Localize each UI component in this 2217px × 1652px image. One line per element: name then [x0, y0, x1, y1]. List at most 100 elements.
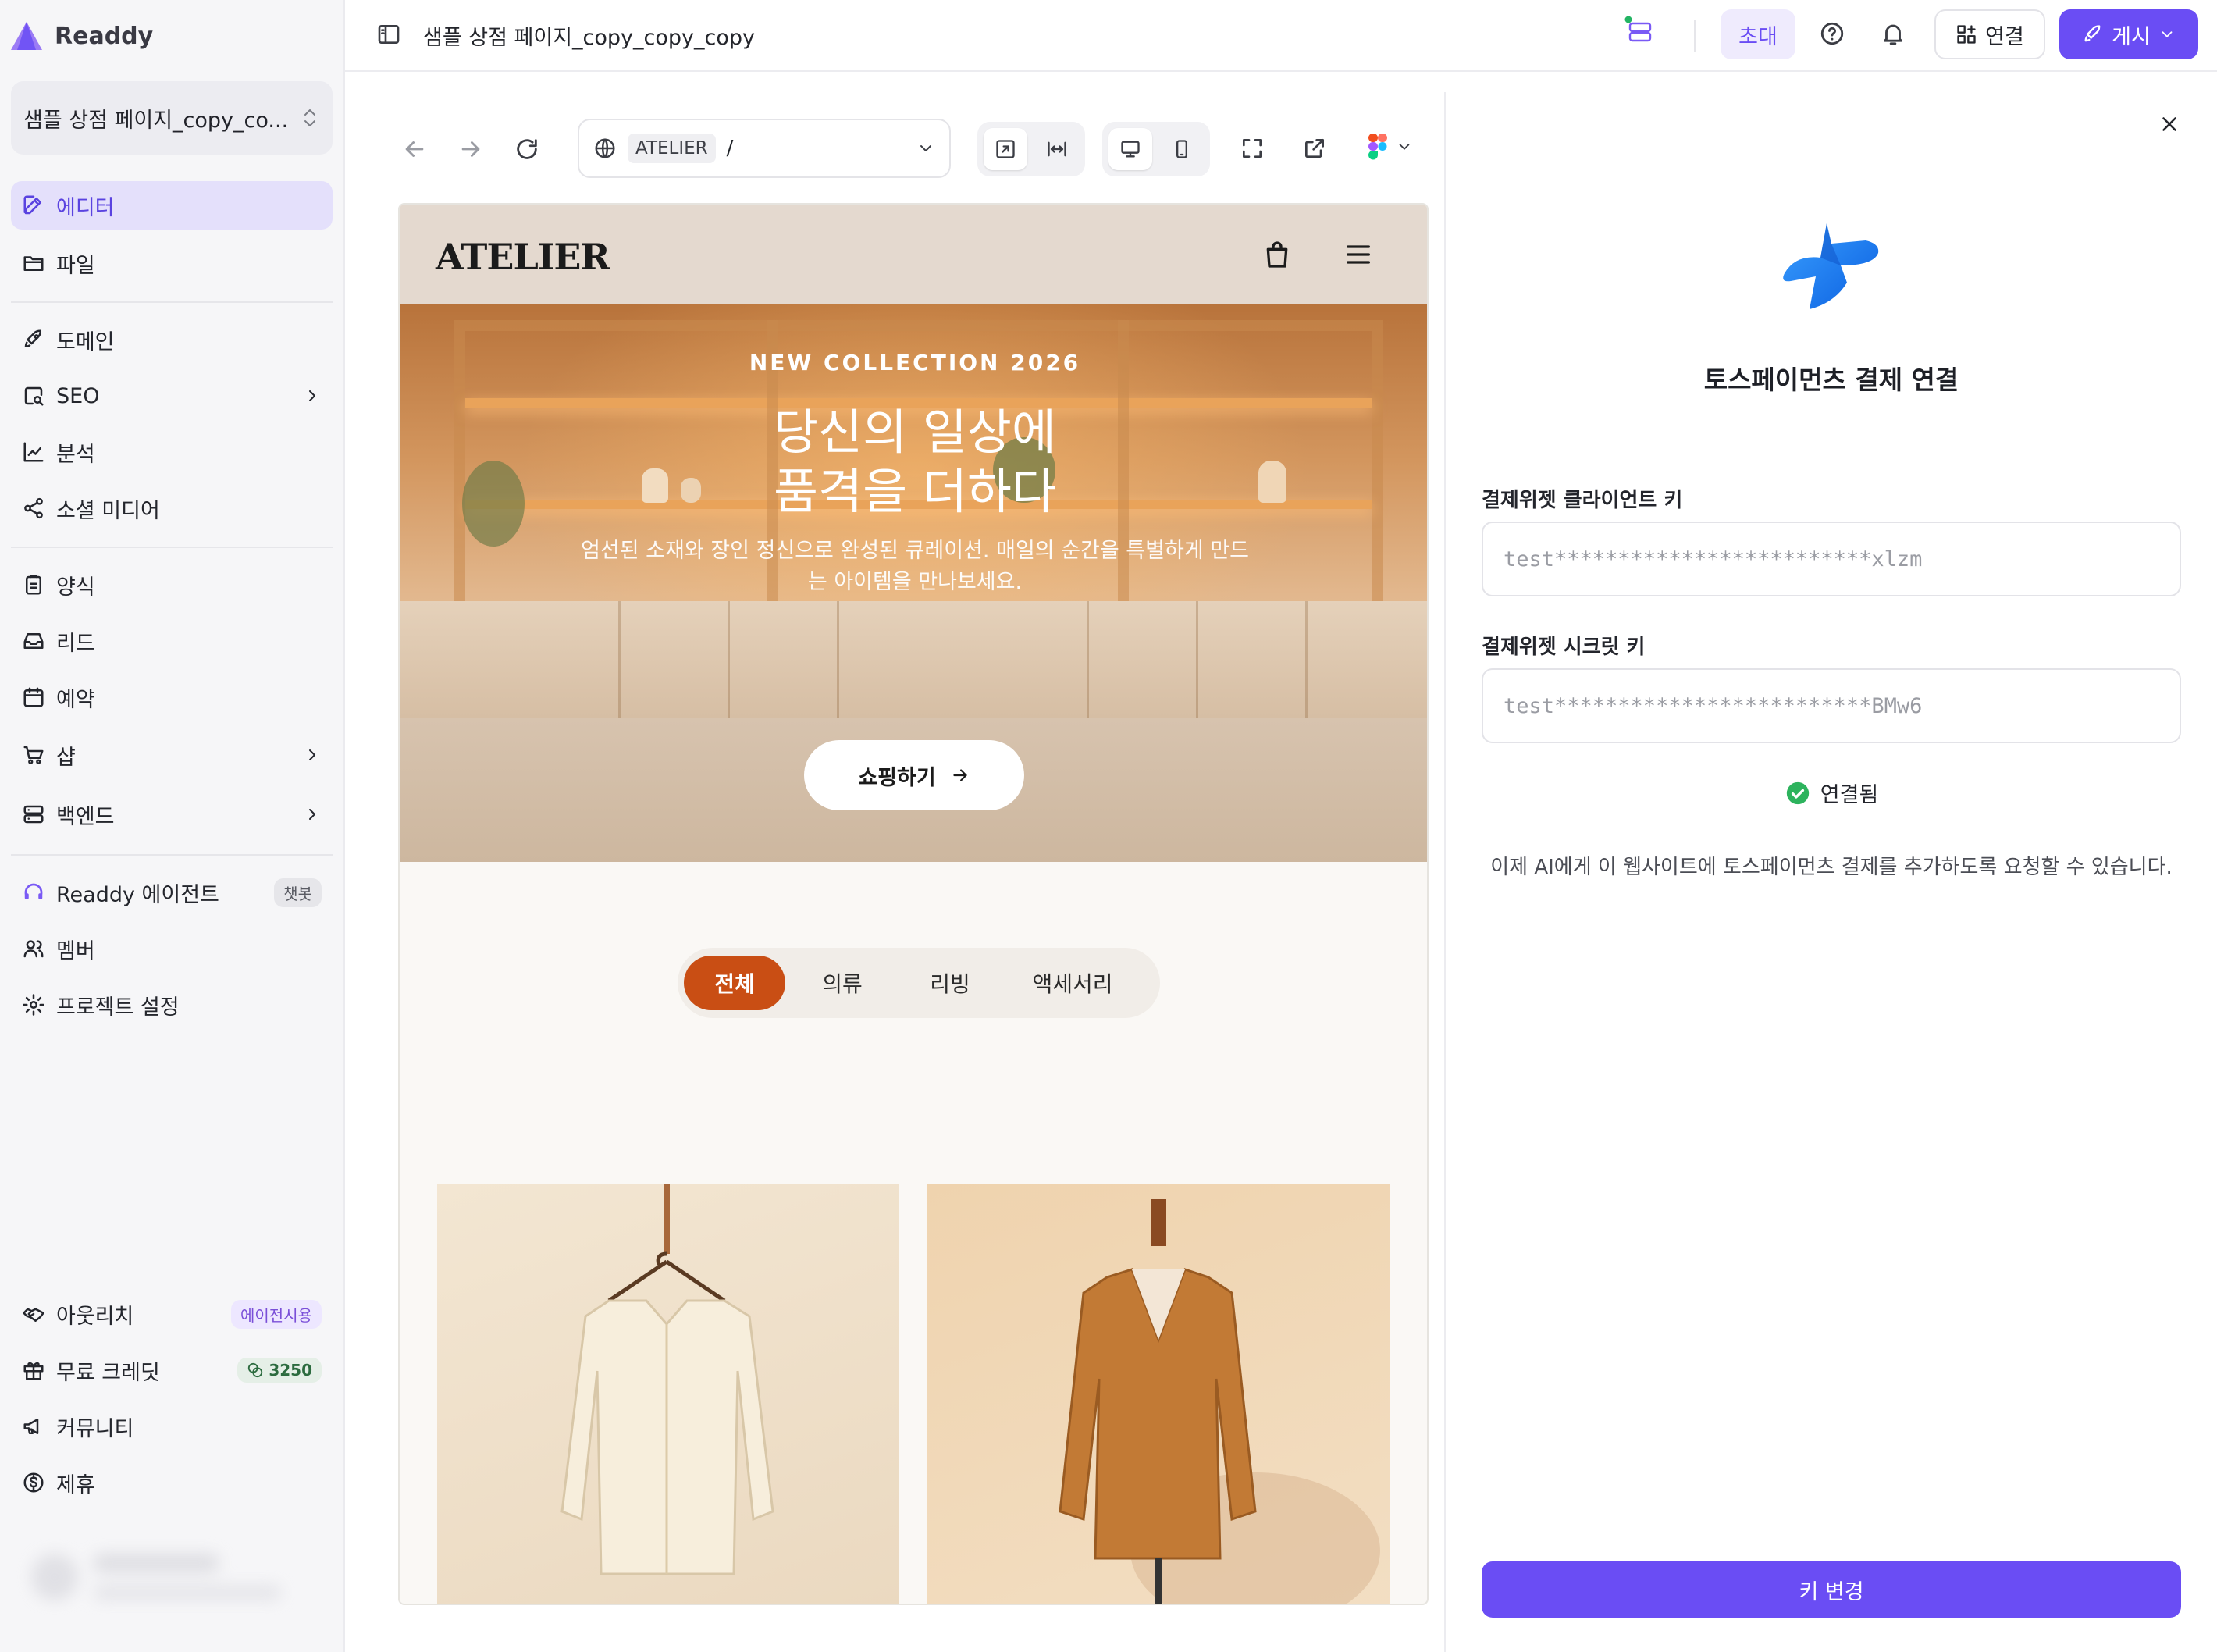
shop-now-button[interactable]: 쇼핑하기 — [804, 740, 1024, 810]
megaphone-icon — [23, 1419, 39, 1434]
sidebar-item-label: 예약 — [56, 687, 95, 712]
product-card-image[interactable] — [927, 1184, 1390, 1604]
chatbot-badge: 챗봇 — [274, 878, 322, 907]
rocket-icon — [2084, 25, 2101, 42]
invite-button[interactable]: 초대 — [1721, 9, 1795, 59]
readdy-logo-icon — [11, 22, 42, 50]
bell-icon[interactable] — [1880, 20, 1906, 47]
shop-now-label: 쇼핑하기 — [858, 765, 936, 790]
brand[interactable]: Readdy — [9, 20, 153, 52]
expand-diagonal-icon — [996, 140, 1015, 158]
fullscreen-icon[interactable] — [1240, 136, 1265, 161]
help-icon[interactable] — [1819, 20, 1845, 47]
sidebar-item-community[interactable]: 커뮤니티 — [11, 1402, 333, 1451]
chevron-right-icon — [309, 809, 315, 820]
chart-line-icon — [23, 442, 44, 462]
forward-arrow-icon[interactable] — [457, 136, 484, 162]
back-arrow-icon[interactable] — [401, 136, 428, 162]
figma-menu[interactable] — [1368, 133, 1413, 161]
secret-key-field[interactable]: test*************************BMw6 — [1482, 668, 2181, 743]
sidebar-item-shop[interactable]: 샵 — [11, 731, 333, 779]
gift-icon — [23, 1362, 44, 1380]
fit-screen-button[interactable] — [984, 128, 1027, 170]
sidebar-item-files[interactable]: 파일 — [11, 239, 333, 287]
figma-icon — [1368, 134, 1387, 160]
viewport-fit-group — [977, 122, 1085, 176]
sidebar-item-outreach[interactable]: 아웃리치 에이전시용 — [11, 1290, 333, 1338]
menu-icon[interactable] — [1343, 239, 1374, 270]
sidebar-item-backend[interactable]: 백엔드 — [11, 790, 333, 838]
refresh-icon[interactable] — [514, 136, 540, 162]
user-profile-blurred[interactable] — [23, 1522, 304, 1647]
sidebar-item-label: 샵 — [56, 745, 76, 770]
connect-button[interactable]: 연결 — [1934, 9, 2045, 59]
external-link-icon[interactable] — [1302, 136, 1327, 161]
sidebar-item-members[interactable]: 멤버 — [11, 924, 333, 973]
fit-width-button[interactable] — [1035, 128, 1079, 170]
sidebar-item-project-settings[interactable]: 프로젝트 설정 — [11, 981, 333, 1029]
hero-counter-line — [1305, 601, 1308, 718]
chevron-down-icon — [1399, 144, 1410, 150]
site-logo[interactable]: ATELIER — [436, 236, 610, 278]
tab-clothing[interactable]: 의류 — [785, 956, 899, 1010]
sidebar-item-readdy-agent[interactable]: Readdy 에이전트 챗봇 — [11, 868, 333, 917]
sidebar-item-leads[interactable]: 리드 — [11, 617, 333, 665]
url-path: / — [726, 137, 734, 160]
secret-key-label: 결제위젯 시크릿 키 — [1482, 636, 1646, 659]
client-key-field[interactable]: test*************************xlzm — [1482, 522, 2181, 596]
mobile-view-button[interactable] — [1160, 128, 1204, 170]
share-icon — [24, 497, 43, 519]
sidebar-item-label: 멤버 — [56, 938, 95, 963]
tab-living[interactable]: 리빙 — [899, 956, 1001, 1010]
sidebar-item-label: 제휴 — [56, 1472, 95, 1497]
sidebar-item-editor[interactable]: 에디터 — [11, 181, 333, 230]
headset-icon — [24, 883, 43, 899]
client-key-label: 결제위젯 클라이언트 키 — [1482, 489, 1683, 512]
tab-all[interactable]: 전체 — [684, 956, 785, 1010]
hero-counter-line — [1196, 601, 1198, 718]
tab-accessories[interactable]: 액세서리 — [1001, 956, 1144, 1010]
publish-label: 게시 — [2112, 24, 2151, 49]
project-selector[interactable]: 샘플 상점 페이지_copy_co... — [11, 81, 333, 155]
divider — [11, 854, 333, 856]
shopping-bag-icon[interactable] — [1262, 239, 1293, 270]
product-card-image[interactable] — [437, 1184, 899, 1604]
sidebar-item-forms[interactable]: 양식 — [11, 561, 333, 609]
desktop-view-button[interactable] — [1108, 128, 1152, 170]
sidebar-item-seo[interactable]: SEO — [11, 372, 333, 420]
hero-counter — [400, 601, 1427, 718]
mobile-icon — [1176, 140, 1187, 158]
project-name: 샘플 상점 페이지_copy_co... — [23, 108, 289, 133]
sidebar-item-social-media[interactable]: 소셜 미디어 — [11, 484, 333, 532]
divider — [11, 547, 333, 548]
credits-badge: 3250 — [237, 1358, 322, 1383]
sidebar-item-analytics[interactable]: 분석 — [11, 428, 333, 476]
sidebar-item-label: 무료 크레딧 — [56, 1360, 160, 1385]
check-circle-icon — [1786, 781, 1809, 804]
shirt-image — [560, 1184, 774, 1575]
url-site-tag: ATELIER — [628, 134, 716, 163]
url-bar[interactable]: ATELIER / — [578, 119, 951, 178]
clipboard-icon — [26, 575, 41, 595]
sidebar-item-label: 아웃리치 — [56, 1304, 134, 1329]
publish-button[interactable]: 게시 — [2059, 9, 2198, 59]
sidebar-item-label: 파일 — [56, 253, 95, 278]
sidebar-item-free-credits[interactable]: 무료 크레딧 3250 — [11, 1346, 333, 1394]
sidebar-toggle-icon[interactable] — [376, 22, 401, 47]
sidebar-item-label: 리드 — [56, 631, 95, 656]
chevron-up-down-icon — [304, 109, 315, 126]
connection-status: 연결됨 — [1446, 778, 2217, 808]
agency-badge: 에이전시용 — [231, 1299, 322, 1329]
close-icon[interactable] — [2158, 112, 2181, 136]
coins-icon — [248, 1362, 263, 1378]
apps-icon — [1957, 25, 1976, 44]
inbox-icon — [23, 633, 44, 649]
sidebar-item-domain[interactable]: 도메인 — [11, 315, 333, 364]
sidebar-item-label: 분석 — [56, 442, 95, 467]
hero-counter-line — [618, 601, 621, 718]
database-status-icon[interactable] — [1624, 16, 1655, 47]
website-preview: ATELIER NEW COLLECTION 2026 당신의 일상에 품격을 … — [398, 203, 1429, 1605]
change-key-button[interactable]: 키 변경 — [1482, 1561, 2181, 1618]
sidebar-item-affiliate[interactable]: 제휴 — [11, 1458, 333, 1507]
sidebar-item-bookings[interactable]: 예약 — [11, 673, 333, 721]
